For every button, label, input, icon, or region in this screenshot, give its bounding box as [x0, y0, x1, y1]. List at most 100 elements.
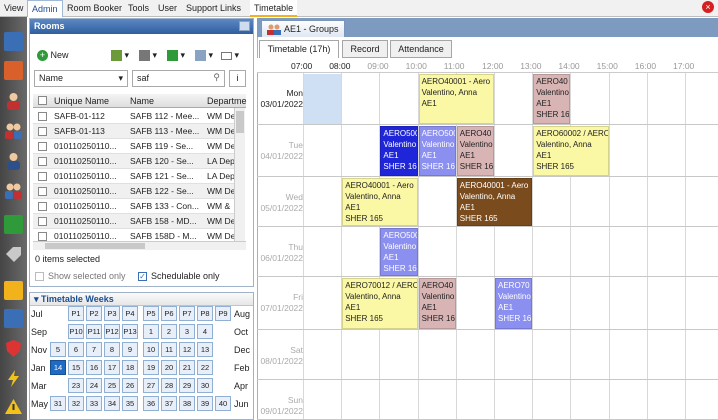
week-cell[interactable]: P13 — [122, 324, 138, 339]
warning-icon[interactable] — [4, 397, 23, 416]
week-cell[interactable]: 3 — [179, 324, 195, 339]
week-cell[interactable]: 17 — [104, 360, 120, 375]
edit-dropdown[interactable]: ▾ — [111, 50, 129, 62]
week-cell[interactable]: 11 — [161, 342, 177, 357]
week-cell[interactable]: 6 — [68, 342, 84, 357]
week-cell[interactable]: 31 — [50, 396, 66, 411]
table-row[interactable]: 010110250110... SAFB 119 - Se... WM De — [33, 139, 234, 154]
week-cell[interactable]: P4 — [122, 306, 138, 321]
search-input[interactable]: saf ⚲ — [132, 70, 225, 87]
scroll-thumb[interactable] — [236, 111, 244, 133]
col-department[interactable]: Departme — [207, 96, 247, 106]
week-cell[interactable]: 10 — [143, 342, 159, 357]
week-cell[interactable]: 2 — [161, 324, 177, 339]
week-cell[interactable]: 38 — [179, 396, 195, 411]
week-cell[interactable]: 34 — [104, 396, 120, 411]
week-cell[interactable]: 39 — [197, 396, 213, 411]
week-cell[interactable]: 4 — [197, 324, 213, 339]
row-checkbox[interactable] — [38, 157, 47, 166]
col-name[interactable]: Name — [130, 96, 154, 106]
event-block[interactable]: AERO500 Valentino AE1 SHER 16 — [418, 126, 456, 176]
week-cell[interactable]: P2 — [86, 306, 102, 321]
minimize-icon[interactable] — [239, 21, 250, 31]
week-cell[interactable]: P6 — [161, 306, 177, 321]
table-row[interactable]: 010110250110... SAFB 133 - Con... WM & — [33, 199, 234, 214]
row-checkbox[interactable] — [38, 112, 47, 121]
copy-dropdown[interactable]: ▾ — [195, 50, 213, 62]
lightning-icon[interactable] — [4, 369, 23, 388]
week-cell[interactable]: 14 — [50, 360, 66, 375]
week-cell[interactable]: 22 — [197, 360, 213, 375]
week-cell[interactable]: 24 — [86, 378, 102, 393]
tab-ae1-groups[interactable]: AE1 - Groups — [261, 20, 345, 37]
schedulable-checkbox[interactable]: ✓ — [138, 272, 147, 281]
week-cell[interactable]: 15 — [68, 360, 84, 375]
week-cell[interactable]: 5 — [50, 342, 66, 357]
week-cell[interactable]: P3 — [104, 306, 120, 321]
info-button[interactable]: i — [229, 70, 246, 87]
table-row[interactable]: 010110250110... SAFB 158 - MD... WM De — [33, 214, 234, 229]
table-row[interactable]: 010110250110... SAFB 121 - Se... LA Dep — [33, 169, 234, 184]
row-checkbox[interactable] — [38, 142, 47, 151]
menu-admin[interactable]: Admin — [27, 0, 63, 17]
row-checkbox[interactable] — [38, 187, 47, 196]
subtab-timetable[interactable]: Timetable (17h) — [259, 40, 339, 59]
groups-icon[interactable] — [4, 181, 23, 200]
week-cell[interactable]: 28 — [161, 378, 177, 393]
close-icon[interactable]: × — [702, 1, 714, 13]
row-checkbox[interactable] — [38, 217, 47, 226]
document-icon[interactable] — [4, 309, 23, 328]
subtab-record[interactable]: Record — [342, 40, 388, 58]
week-cell[interactable]: P5 — [143, 306, 159, 321]
week-cell[interactable]: P1 — [68, 306, 84, 321]
week-cell[interactable]: 12 — [179, 342, 195, 357]
week-cell[interactable]: 1 — [143, 324, 159, 339]
menu-tools[interactable]: Tools — [128, 3, 149, 13]
menu-timetable[interactable]: Timetable — [250, 0, 298, 17]
week-cell[interactable]: 23 — [68, 378, 84, 393]
shield-icon[interactable] — [4, 339, 23, 358]
week-cell[interactable]: 33 — [86, 396, 102, 411]
people-icon[interactable] — [4, 121, 23, 140]
week-cell[interactable]: 26 — [122, 378, 138, 393]
staff-icon[interactable] — [4, 151, 23, 170]
view-dropdown[interactable]: ▾ — [221, 50, 239, 61]
menu-view[interactable]: View — [4, 3, 23, 13]
menu-support-links[interactable]: Support Links — [186, 3, 241, 13]
week-cell[interactable]: P11 — [86, 324, 102, 339]
spreadsheet-icon[interactable] — [4, 215, 23, 234]
week-cell[interactable]: 7 — [86, 342, 102, 357]
book-icon[interactable] — [4, 32, 23, 51]
week-cell[interactable]: 21 — [179, 360, 195, 375]
week-cell[interactable]: 27 — [143, 378, 159, 393]
week-cell[interactable]: P10 — [68, 324, 84, 339]
selected-slot[interactable] — [304, 74, 341, 124]
week-cell[interactable]: 8 — [104, 342, 120, 357]
menu-user[interactable]: User — [158, 3, 177, 13]
tag-icon[interactable] — [4, 245, 23, 264]
col-unique-name[interactable]: Unique Name — [54, 96, 109, 106]
week-cell[interactable]: P12 — [104, 324, 120, 339]
row-checkbox[interactable] — [38, 202, 47, 211]
week-cell[interactable]: 40 — [215, 396, 231, 411]
week-cell[interactable]: 18 — [122, 360, 138, 375]
week-cell[interactable]: P8 — [197, 306, 213, 321]
week-cell[interactable]: 16 — [86, 360, 102, 375]
week-cell[interactable]: 29 — [179, 378, 195, 393]
table-row[interactable]: SAFB-01-113 SAFB 113 - Mee... WM De — [33, 124, 234, 139]
door-icon[interactable] — [4, 61, 23, 80]
filter-field-select[interactable]: Name ▾ — [34, 70, 128, 87]
week-cell[interactable]: 32 — [68, 396, 84, 411]
week-cell[interactable]: 9 — [122, 342, 138, 357]
event-block[interactable]: AERO500 Valentino AE1 SHER 16 — [380, 228, 418, 276]
row-checkbox[interactable] — [38, 172, 47, 181]
week-cell[interactable]: P9 — [215, 306, 231, 321]
row-checkbox[interactable] — [38, 127, 47, 136]
select-all-checkbox[interactable] — [38, 96, 47, 105]
event-block[interactable]: AERO40 Valentino AE1 SHER 16 — [418, 278, 456, 329]
event-block[interactable]: AERO40 Valentino AE1 SHER 16 — [456, 126, 494, 176]
event-block[interactable]: AERO40 Valentino AE1 SHER 16 — [533, 74, 571, 124]
event-block[interactable]: AERO40001 - Aero Valentino, Anna AE1 SHER 1… — [456, 178, 533, 226]
excel-dropdown[interactable]: ▾ — [167, 50, 185, 62]
event-block[interactable]: AERO60002 / AERO Valentino, Anna AE1 SHER 1… — [533, 126, 609, 176]
